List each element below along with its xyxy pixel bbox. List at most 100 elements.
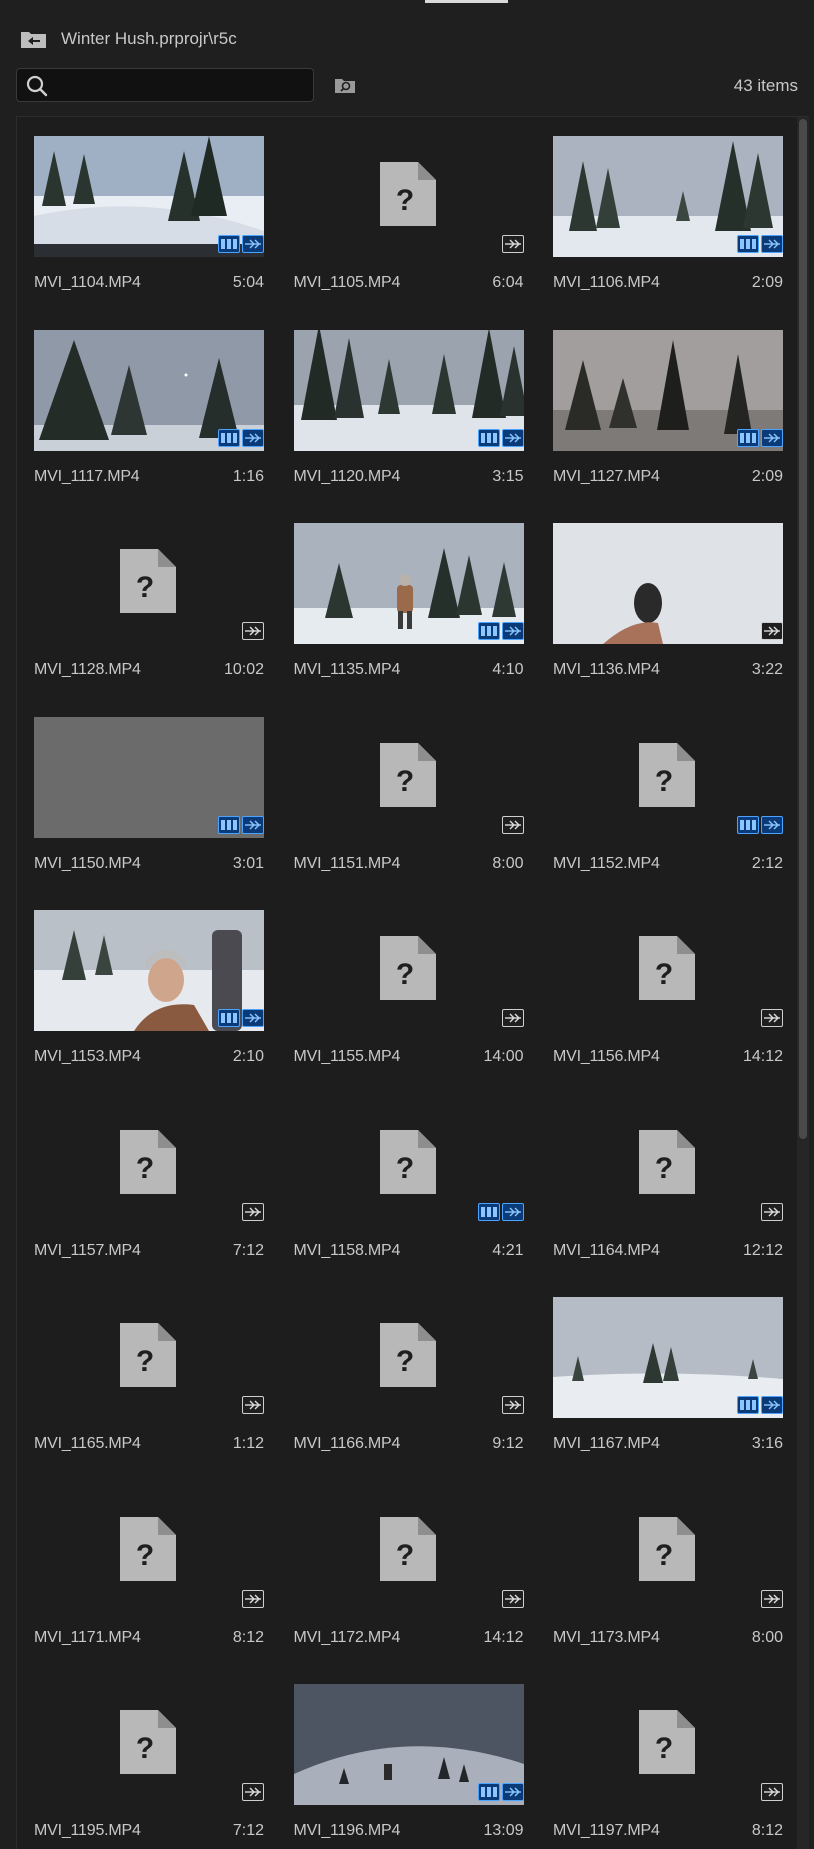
- clip-thumbnail[interactable]: ?: [34, 1297, 264, 1418]
- clip-name[interactable]: MVI_1105.MP4: [294, 274, 401, 292]
- media-tile[interactable]: ? MVI_1157.MP4 7:12: [34, 1104, 264, 1274]
- clip-name[interactable]: MVI_1165.MP4: [34, 1435, 141, 1453]
- media-tile[interactable]: ? MVI_1171.MP4 8:12: [34, 1491, 264, 1661]
- clip-duration: 13:09: [483, 1822, 524, 1839]
- media-tile[interactable]: MVI_1120.MP4 3:15: [293, 329, 524, 500]
- media-tile[interactable]: MVI_1150.MP4 3:01: [34, 716, 264, 887]
- clip-thumbnail[interactable]: [34, 910, 264, 1031]
- clip-name[interactable]: MVI_1164.MP4: [553, 1242, 660, 1260]
- search-input[interactable]: [57, 69, 311, 103]
- search-field[interactable]: [16, 68, 314, 103]
- clip-thumbnail[interactable]: [34, 329, 264, 451]
- media-tile[interactable]: ? MVI_1158.MP4 4:21: [294, 1104, 524, 1274]
- clip-thumbnail[interactable]: ?: [34, 523, 264, 644]
- media-tile[interactable]: ? MVI_1195.MP4 7:12: [34, 1684, 264, 1849]
- clip-name[interactable]: MVI_1196.MP4: [294, 1822, 401, 1840]
- clip-thumbnail[interactable]: ?: [294, 136, 524, 257]
- clip-thumbnail[interactable]: ?: [294, 1297, 524, 1418]
- clip-name[interactable]: MVI_1120.MP4: [294, 468, 401, 486]
- clip-thumbnail[interactable]: ?: [553, 1491, 783, 1612]
- track-badges: [761, 1589, 783, 1608]
- clip-name[interactable]: MVI_1152.MP4: [553, 855, 660, 873]
- media-tile[interactable]: ? MVI_1197.MP4 8:12: [553, 1684, 783, 1849]
- clip-name[interactable]: MVI_1135.MP4: [294, 661, 401, 679]
- vertical-scrollbar[interactable]: [797, 117, 809, 1849]
- clip-name[interactable]: MVI_1153.MP4: [34, 1048, 141, 1066]
- clip-name[interactable]: MVI_1167.MP4: [553, 1435, 660, 1453]
- folder-up-icon[interactable]: [20, 29, 47, 49]
- media-tile[interactable]: ? MVI_1105.MP4 6:04: [294, 136, 524, 306]
- clip-thumbnail[interactable]: ?: [34, 1491, 264, 1612]
- find-icon[interactable]: [334, 74, 356, 96]
- video-track-icon: [477, 428, 500, 447]
- audio-track-icon: [761, 1396, 783, 1414]
- clip-thumbnail[interactable]: [34, 136, 264, 257]
- audio-track-icon: [242, 1009, 264, 1027]
- audio-track-icon: [501, 1396, 524, 1414]
- media-tile[interactable]: MVI_1127.MP4 2:09: [553, 329, 783, 500]
- clip-thumbnail[interactable]: ?: [294, 1104, 524, 1225]
- media-tile[interactable]: MVI_1196.MP4 13:09: [293, 1684, 524, 1849]
- svg-text:?: ?: [655, 958, 673, 991]
- media-tile[interactable]: MVI_1135.MP4 4:10: [293, 523, 524, 693]
- media-tile[interactable]: MVI_1106.MP4 2:09: [553, 136, 783, 306]
- media-tile[interactable]: MVI_1167.MP4 3:16: [553, 1297, 783, 1467]
- media-tile[interactable]: ? MVI_1155.MP4 14:00: [294, 910, 524, 1080]
- clip-name[interactable]: MVI_1128.MP4: [34, 661, 141, 679]
- clip-thumbnail[interactable]: [553, 523, 783, 644]
- media-tile[interactable]: ? MVI_1128.MP4 10:02: [34, 523, 264, 693]
- media-tile[interactable]: ? MVI_1172.MP4 14:12: [294, 1491, 524, 1661]
- clip-name[interactable]: MVI_1104.MP4: [34, 274, 141, 292]
- clip-thumbnail[interactable]: ?: [34, 1684, 264, 1805]
- unknown-file-icon: ?: [639, 742, 695, 807]
- clip-thumbnail[interactable]: ?: [294, 717, 524, 838]
- clip-thumbnail[interactable]: ?: [553, 910, 783, 1031]
- clip-name[interactable]: MVI_1157.MP4: [34, 1242, 141, 1260]
- media-tile[interactable]: MVI_1104.MP4 5:04: [34, 136, 264, 306]
- clip-name[interactable]: MVI_1158.MP4: [294, 1242, 401, 1260]
- media-tile[interactable]: ? MVI_1156.MP4 14:12: [553, 910, 783, 1080]
- media-tile[interactable]: ? MVI_1152.MP4 2:12: [553, 717, 783, 887]
- clip-thumbnail[interactable]: [553, 136, 783, 257]
- clip-name[interactable]: MVI_1117.MP4: [34, 468, 140, 486]
- media-tile[interactable]: ? MVI_1151.MP4 8:00: [294, 717, 524, 887]
- track-badges: [501, 1589, 524, 1608]
- clip-thumbnail[interactable]: ?: [553, 1104, 783, 1225]
- media-tile[interactable]: MVI_1136.MP4 3:22: [553, 523, 783, 693]
- track-badges: [477, 1783, 524, 1801]
- clip-thumbnail[interactable]: [553, 1297, 783, 1418]
- clip-name[interactable]: MVI_1195.MP4: [34, 1822, 141, 1840]
- scrollbar-thumb[interactable]: [799, 119, 807, 1139]
- media-tile[interactable]: MVI_1153.MP4 2:10: [34, 910, 264, 1080]
- clip-thumbnail[interactable]: [293, 523, 524, 644]
- item-count: 43 items: [733, 76, 798, 95]
- clip-name[interactable]: MVI_1173.MP4: [553, 1629, 660, 1647]
- clip-thumbnail[interactable]: [34, 716, 264, 838]
- media-tile[interactable]: MVI_1117.MP4 1:16: [34, 329, 264, 500]
- audio-track-icon: [501, 1783, 524, 1801]
- clip-name[interactable]: MVI_1106.MP4: [553, 274, 660, 292]
- media-tile[interactable]: ? MVI_1164.MP4 12:12: [553, 1104, 783, 1274]
- clip-thumbnail[interactable]: [553, 329, 783, 451]
- clip-name[interactable]: MVI_1172.MP4: [294, 1629, 401, 1647]
- clip-name[interactable]: MVI_1197.MP4: [553, 1822, 660, 1840]
- clip-thumbnail[interactable]: ?: [34, 1104, 264, 1225]
- media-tile[interactable]: ? MVI_1165.MP4 1:12: [34, 1297, 264, 1467]
- clip-thumbnail[interactable]: ?: [553, 1684, 783, 1805]
- clip-name[interactable]: MVI_1156.MP4: [553, 1048, 660, 1066]
- clip-name[interactable]: MVI_1127.MP4: [553, 468, 660, 486]
- clip-thumbnail[interactable]: ?: [294, 910, 524, 1031]
- media-tile[interactable]: ? MVI_1173.MP4 8:00: [553, 1491, 783, 1661]
- clip-name[interactable]: MVI_1171.MP4: [34, 1629, 141, 1647]
- unknown-file-icon: ?: [120, 1516, 176, 1581]
- clip-name[interactable]: MVI_1166.MP4: [294, 1435, 401, 1453]
- clip-thumbnail[interactable]: ?: [553, 717, 783, 838]
- clip-thumbnail[interactable]: [293, 1684, 524, 1805]
- media-tile[interactable]: ? MVI_1166.MP4 9:12: [294, 1297, 524, 1467]
- clip-name[interactable]: MVI_1151.MP4: [294, 855, 401, 873]
- clip-name[interactable]: MVI_1150.MP4: [34, 855, 141, 873]
- clip-name[interactable]: MVI_1136.MP4: [553, 661, 660, 679]
- clip-thumbnail[interactable]: ?: [294, 1491, 524, 1612]
- clip-thumbnail[interactable]: [293, 329, 524, 451]
- clip-name[interactable]: MVI_1155.MP4: [294, 1048, 401, 1066]
